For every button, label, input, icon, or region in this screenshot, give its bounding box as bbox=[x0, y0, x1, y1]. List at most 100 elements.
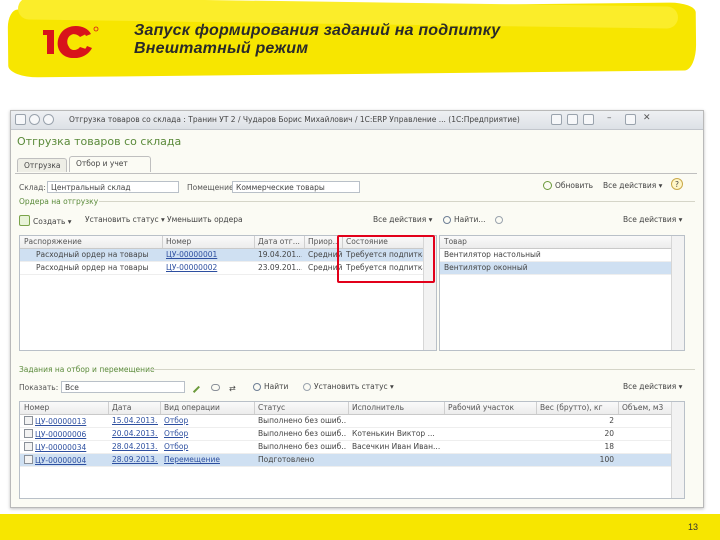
calendar-icon[interactable] bbox=[567, 114, 578, 125]
window-titlebar: Отгрузка товаров со склада : Транин УТ 2… bbox=[11, 111, 703, 130]
tasks-find-button[interactable]: Найти bbox=[253, 380, 288, 393]
col-separator bbox=[348, 402, 349, 414]
cell-operation[interactable]: Перемещение bbox=[164, 455, 252, 464]
create-button[interactable]: Создать ▾ bbox=[19, 213, 72, 226]
goods-all-actions-label: Все действия bbox=[623, 215, 677, 224]
col-number[interactable]: Номер bbox=[166, 237, 254, 246]
cell-number[interactable]: ЦУ-00000001 bbox=[166, 250, 252, 259]
calculator-icon[interactable] bbox=[551, 114, 562, 125]
col-status[interactable]: Статус bbox=[258, 403, 344, 412]
refresh-icon bbox=[543, 181, 552, 190]
arrows-icon: ⇄ bbox=[229, 384, 236, 393]
cancel-search-icon bbox=[495, 216, 503, 224]
col-task-date[interactable]: Дата bbox=[112, 403, 156, 412]
premises-field[interactable]: Коммерческие товары bbox=[232, 181, 360, 193]
warehouse-field[interactable]: Центральный склад bbox=[47, 181, 179, 193]
task-number-link[interactable]: ЦУ-00000004 bbox=[35, 456, 86, 465]
slide-title-line2: Внештатный режим bbox=[134, 40, 309, 57]
col-separator bbox=[108, 402, 109, 414]
orders-all-actions-button[interactable]: Все действия ▾ bbox=[373, 213, 432, 226]
tasks-set-status-button[interactable]: Установить статус ▾ bbox=[303, 380, 394, 393]
cell-operation[interactable]: Отбор bbox=[164, 416, 252, 425]
tab-shipment[interactable]: Отгрузка bbox=[17, 158, 67, 172]
table-row[interactable]: ЦУ-00000034 28.04.2013... Отбор Выполнен… bbox=[20, 441, 672, 454]
cancel-search-button[interactable] bbox=[495, 213, 506, 226]
col-executor[interactable]: Исполнитель bbox=[352, 403, 440, 412]
cell-task-number[interactable]: ЦУ-00000006 bbox=[24, 429, 108, 439]
all-actions-button[interactable]: Все действия ▾ bbox=[603, 179, 662, 192]
col-volume[interactable]: Объем, м3 bbox=[622, 403, 674, 412]
help-icon[interactable] bbox=[583, 114, 594, 125]
col-separator bbox=[536, 402, 537, 414]
cell-operation[interactable]: Отбор bbox=[164, 442, 252, 451]
col-separator bbox=[444, 402, 445, 414]
cell-task-date[interactable]: 20.04.2013... bbox=[112, 429, 158, 438]
table-row[interactable]: ЦУ-00000004 28.09.2013... Перемещение По… bbox=[20, 454, 672, 467]
cell-task-number[interactable]: ЦУ-00000013 bbox=[24, 416, 108, 426]
table-row[interactable]: Вентилятор оконный bbox=[440, 262, 672, 275]
orders-group-title: Ордера на отгрузку bbox=[19, 197, 99, 206]
refresh-button[interactable]: Обновить bbox=[543, 179, 593, 192]
cell-number[interactable]: ЦУ-00000002 bbox=[166, 263, 252, 272]
cancel-search-icon bbox=[303, 383, 311, 391]
doc-icon bbox=[24, 455, 33, 464]
col-task-number[interactable]: Номер bbox=[24, 403, 104, 412]
cell-executor: Котенькин Виктор ... bbox=[352, 429, 435, 438]
orders-all-actions-label: Все действия bbox=[373, 215, 427, 224]
task-number-link[interactable]: ЦУ-00000034 bbox=[35, 443, 86, 452]
col-weight[interactable]: Вес (брутто), кг bbox=[540, 403, 616, 412]
task-number-link[interactable]: ЦУ-00000006 bbox=[35, 430, 86, 439]
table-row[interactable]: ЦУ-00000006 20.04.2013... Отбор Выполнен… bbox=[20, 428, 672, 441]
cell-task-date[interactable]: 28.04.2013... bbox=[112, 442, 158, 451]
transfer-button[interactable]: ⇄ bbox=[229, 380, 241, 393]
warehouse-label: Склад: bbox=[19, 183, 46, 192]
find-icon bbox=[443, 216, 451, 224]
cell-goods: Вентилятор оконный bbox=[444, 263, 528, 272]
decrease-order-button[interactable]: Уменьшить ордера bbox=[167, 213, 243, 226]
col-operation[interactable]: Вид операции bbox=[164, 403, 252, 412]
table-row[interactable]: Вентилятор настольный bbox=[440, 249, 672, 262]
table-row[interactable]: ЦУ-00000013 15.04.2013... Отбор Выполнен… bbox=[20, 415, 672, 428]
logo-1c bbox=[43, 26, 99, 58]
cell-task-number[interactable]: ЦУ-00000034 bbox=[24, 442, 108, 452]
cell-status: Подготовлено bbox=[258, 455, 315, 464]
close-icon[interactable]: ✕ bbox=[643, 114, 654, 125]
col-goods[interactable]: Товар bbox=[444, 237, 664, 246]
find-button[interactable]: Найти... bbox=[443, 213, 486, 226]
col-order[interactable]: Распоряжение bbox=[24, 237, 158, 246]
slide-title: Запуск формирования заданий на подпитку … bbox=[134, 22, 500, 58]
cell-task-number[interactable]: ЦУ-00000004 bbox=[24, 455, 108, 465]
tasks-table-header: Номер Дата Вид операции Статус Исполните… bbox=[20, 402, 672, 415]
find-icon bbox=[253, 383, 261, 391]
cell-operation[interactable]: Отбор bbox=[164, 429, 252, 438]
form-title: Отгрузка товаров со склада bbox=[17, 135, 182, 148]
forward-icon[interactable] bbox=[43, 114, 54, 125]
goods-all-actions-button[interactable]: Все действия ▾ bbox=[623, 213, 682, 226]
task-number-link[interactable]: ЦУ-00000013 bbox=[35, 417, 86, 426]
tasks-all-actions-button[interactable]: Все действия ▾ bbox=[623, 380, 682, 393]
back-icon[interactable] bbox=[29, 114, 40, 125]
set-status-button[interactable]: Установить статус ▾ bbox=[85, 213, 165, 226]
col-work-area[interactable]: Рабочий участок bbox=[448, 403, 534, 412]
tasks-table[interactable]: Номер Дата Вид операции Статус Исполните… bbox=[19, 401, 685, 499]
cell-status: Выполнено без ошиб... bbox=[258, 442, 346, 451]
app-menu-icon[interactable] bbox=[15, 114, 26, 125]
col-date[interactable]: Дата отг... bbox=[258, 237, 302, 246]
help-button[interactable]: ? bbox=[671, 178, 683, 190]
minimize-icon[interactable]: – bbox=[607, 114, 618, 125]
col-priority[interactable]: Приор... bbox=[308, 237, 340, 246]
window-title: Отгрузка товаров со склада : Транин УТ 2… bbox=[69, 115, 520, 124]
goods-table[interactable]: Товар Вентилятор настольный Вентилятор о… bbox=[439, 235, 685, 351]
attach-button[interactable] bbox=[211, 380, 221, 393]
show-field[interactable]: Все bbox=[61, 381, 185, 393]
cell-task-date[interactable]: 28.09.2013... bbox=[112, 455, 158, 464]
edit-button[interactable] bbox=[190, 380, 201, 393]
state-highlight-box bbox=[337, 235, 435, 283]
doc-icon bbox=[24, 442, 33, 451]
tab-picking[interactable]: Отбор и учет bbox=[69, 156, 151, 172]
cell-task-date[interactable]: 15.04.2013... bbox=[112, 416, 158, 425]
cell-goods: Вентилятор настольный bbox=[444, 250, 541, 259]
goods-scrollbar[interactable] bbox=[671, 236, 684, 350]
maximize-icon[interactable] bbox=[625, 114, 636, 125]
tasks-scrollbar[interactable] bbox=[671, 402, 684, 498]
